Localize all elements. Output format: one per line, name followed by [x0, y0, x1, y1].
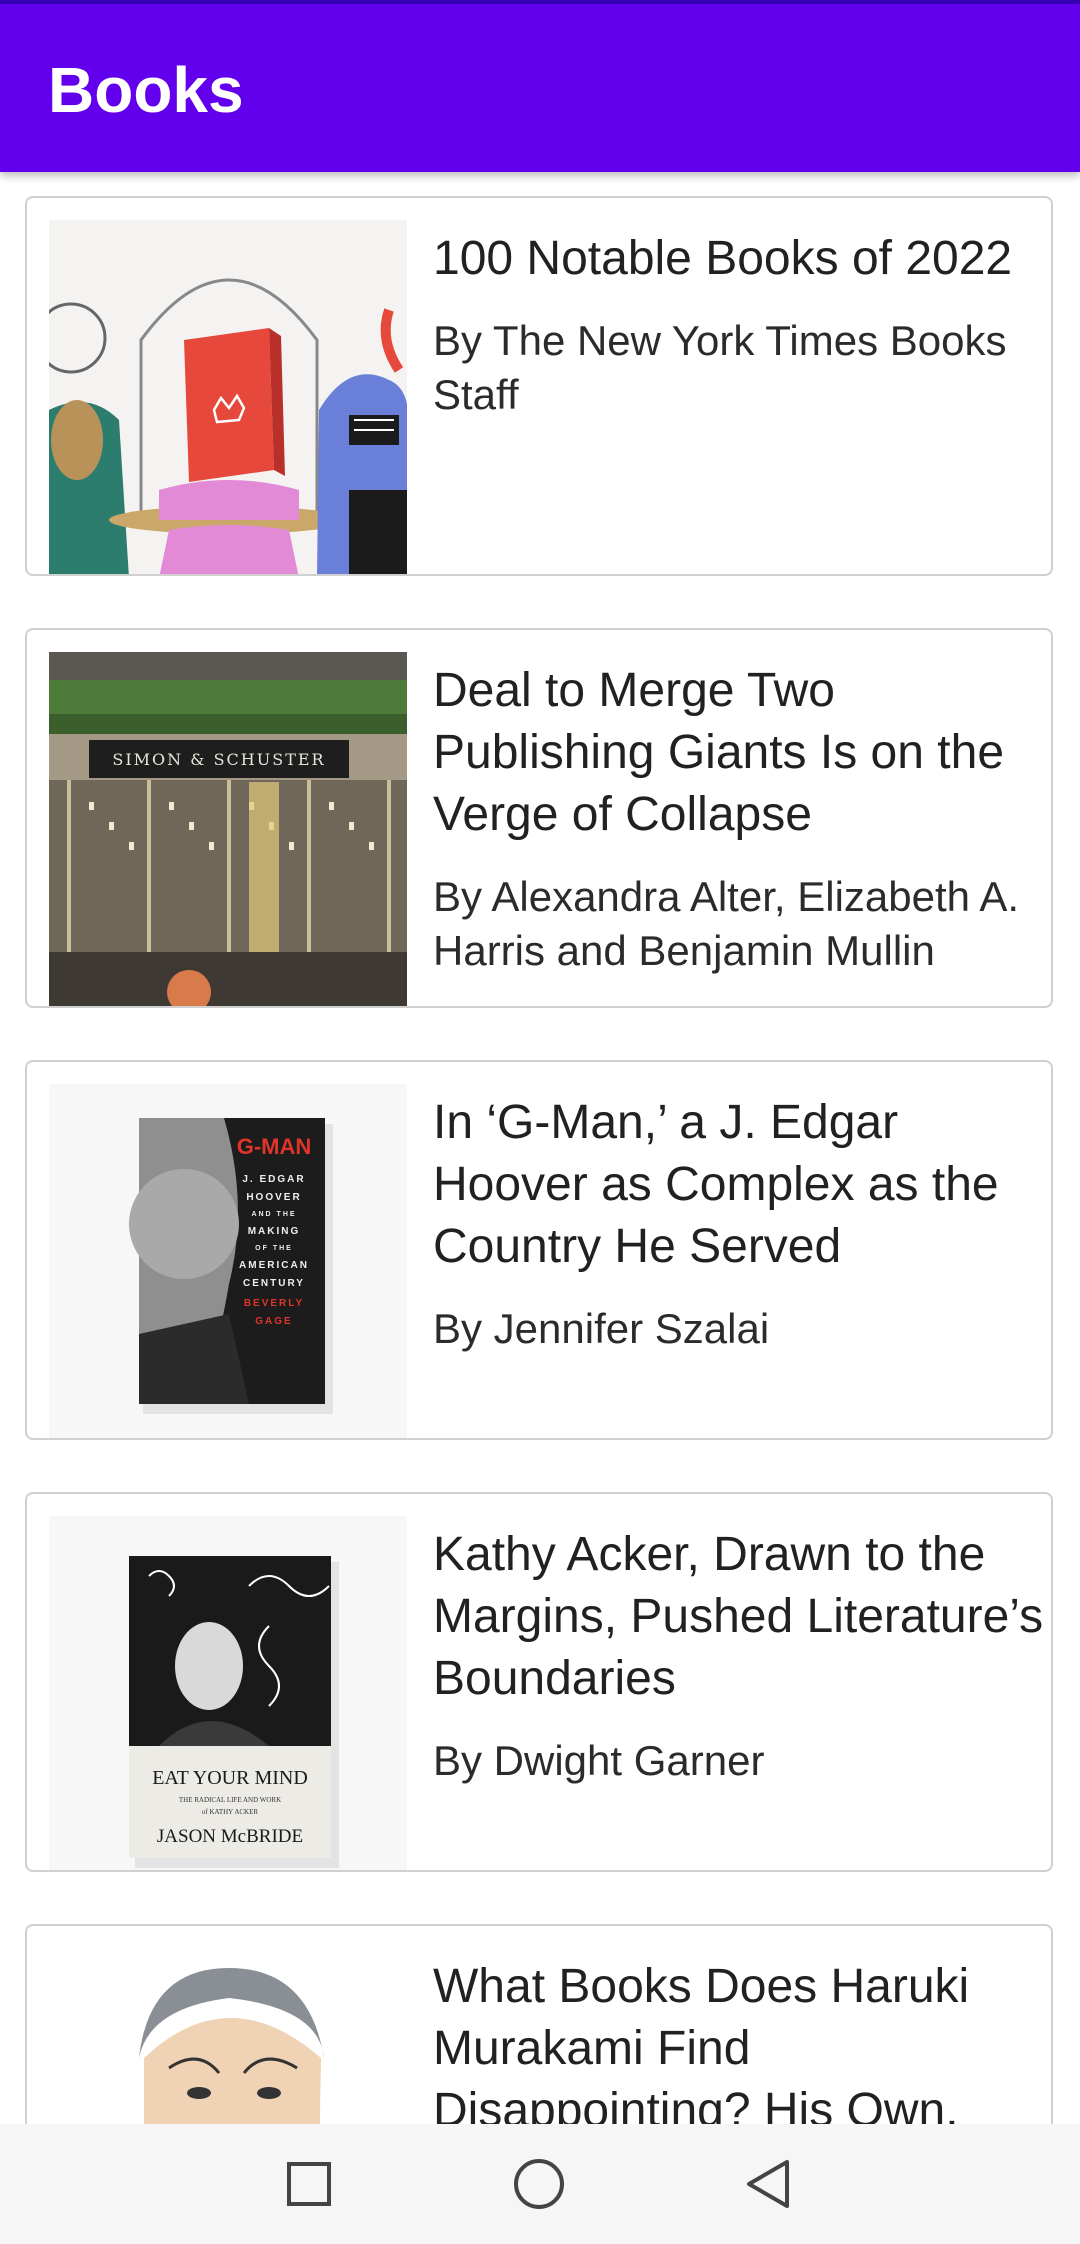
article-thumbnail-g-man-cover: G-MAN J. EDGAR HOOVER AND THE MAKING OF … — [49, 1084, 407, 1438]
cover-author: GAGE — [255, 1316, 292, 1327]
article-byline: By Dwight Garner — [433, 1737, 765, 1784]
article-card[interactable]: G-MAN J. EDGAR HOOVER AND THE MAKING OF … — [25, 1060, 1053, 1440]
triangle-back-icon — [747, 2160, 789, 2208]
article-card[interactable]: EAT YOUR MIND THE RADICAL LIFE AND WORK … — [25, 1492, 1053, 1872]
recents-button[interactable] — [277, 2152, 341, 2216]
home-button[interactable] — [507, 2152, 571, 2216]
article-byline: By Jennifer Szalai — [433, 1305, 770, 1352]
article-thumbnail-murakami — [49, 1948, 407, 2124]
cover-line: OF THE — [255, 1245, 293, 1252]
page-title: Books — [48, 54, 244, 126]
article-byline: By The New York Times Books Staff — [433, 317, 1007, 418]
cover-line: AMERICAN — [239, 1260, 309, 1271]
article-title[interactable]: 100 Notable Books of 2022 — [433, 228, 1051, 290]
cover-subtitle: of KATHY ACKER — [202, 1808, 258, 1816]
square-icon — [287, 2162, 331, 2206]
article-title[interactable]: Kathy Acker, Drawn to the Margins, Pushe… — [433, 1524, 1051, 1710]
article-thumbnail-building: SIMON & SCHUSTER — [49, 652, 407, 1006]
article-card[interactable]: 100 Notable Books of 2022 By The New Yor… — [25, 196, 1053, 576]
status-strip — [0, 0, 1080, 4]
back-button[interactable] — [737, 2152, 801, 2216]
cover-line: MAKING — [248, 1226, 301, 1237]
cover-line: J. EDGAR — [242, 1174, 305, 1185]
system-navigation-bar — [0, 2124, 1080, 2244]
article-title[interactable]: In ‘G-Man,’ a J. Edgar Hoover as Complex… — [433, 1092, 1051, 1278]
cover-subtitle: THE RADICAL LIFE AND WORK — [179, 1796, 281, 1804]
circle-icon — [514, 2159, 564, 2209]
article-thumbnail-book-dome — [49, 220, 407, 574]
article-card[interactable]: What Books Does Haruki Murakami Find Dis… — [25, 1924, 1053, 2124]
app-bar: Books — [0, 0, 1080, 172]
cover-title: EAT YOUR MIND — [152, 1767, 308, 1789]
cover-line: AND THE — [251, 1211, 296, 1218]
cover-title: G-MAN — [237, 1134, 312, 1159]
article-title[interactable]: What Books Does Haruki Murakami Find Dis… — [433, 1956, 1051, 2124]
article-byline: By Alexandra Alter, Elizabeth A. Harris … — [433, 873, 1020, 974]
cover-author: BEVERLY — [244, 1298, 304, 1309]
cover-line: HOOVER — [246, 1192, 301, 1203]
cover-author: JASON McBRIDE — [157, 1826, 303, 1847]
cover-line: CENTURY — [243, 1278, 305, 1289]
article-list[interactable]: 100 Notable Books of 2022 By The New Yor… — [0, 172, 1080, 2124]
building-sign-text: SIMON & SCHUSTER — [112, 750, 325, 769]
article-thumbnail-eat-your-mind-cover: EAT YOUR MIND THE RADICAL LIFE AND WORK … — [49, 1516, 407, 1870]
article-card[interactable]: SIMON & SCHUSTER Deal to Merge Two Publi… — [25, 628, 1053, 1008]
article-title[interactable]: Deal to Merge Two Publishing Giants Is o… — [433, 660, 1051, 846]
